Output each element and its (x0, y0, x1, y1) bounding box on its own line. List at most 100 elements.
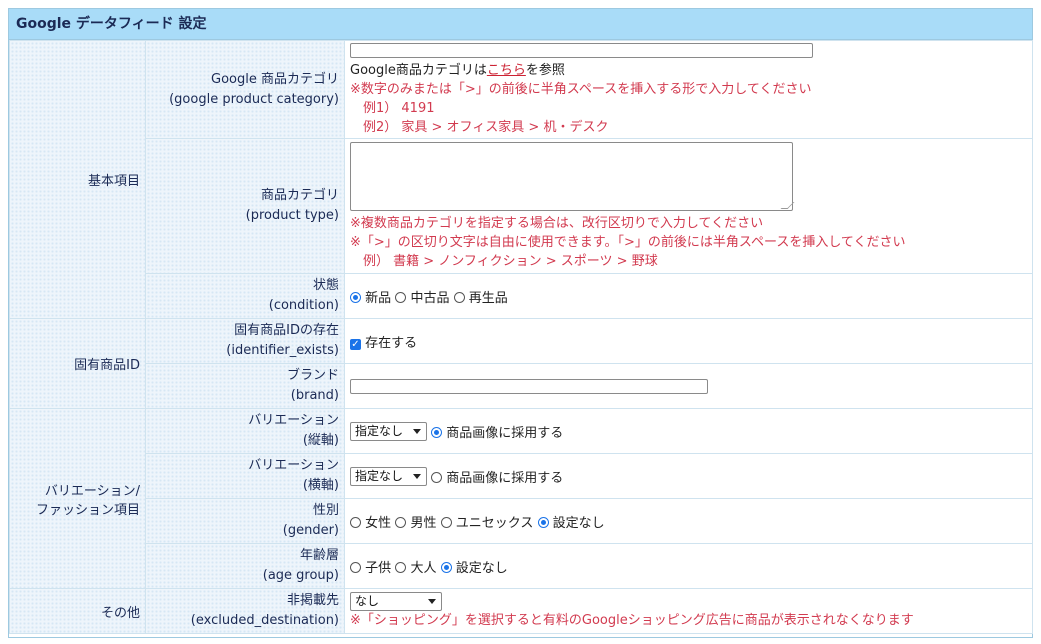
label-gender: 性別 (gender) (145, 498, 345, 544)
panel-title: Google データフィード 設定 (9, 9, 1032, 40)
option-label: 中古品 (410, 290, 450, 306)
google-category-input[interactable] (350, 42, 813, 58)
age-option-adult[interactable]: 大人 (395, 557, 436, 576)
label-excluded-destination: 非掲載先 (excluded_destination) (145, 588, 345, 634)
variation-horizontal-select[interactable]: 指定なし (350, 466, 427, 486)
radio-icon[interactable] (440, 561, 452, 573)
value-variation-horizontal: 指定なし 商品画像に採用する (344, 453, 1033, 499)
row-variation-vertical: バリエーション/ ファッション項目 バリエーション (縦軸) 指定なし 商品画像… (9, 408, 1033, 589)
select-value: 指定なし (355, 468, 404, 483)
label-brand: ブランド (brand) (145, 363, 345, 409)
value-brand (344, 363, 1033, 409)
brand-input[interactable] (350, 378, 708, 394)
radio-icon[interactable] (350, 516, 361, 528)
label-line-2: (condition) (268, 298, 339, 313)
radio-icon[interactable] (537, 516, 549, 528)
label-variation-horizontal: バリエーション (横軸) (145, 453, 345, 499)
label-line-1: 年齢層 (299, 548, 339, 563)
variation-vertical-select[interactable]: 指定なし (350, 421, 427, 441)
row-brand: ブランド (brand) (10, 363, 1033, 409)
label-google-category: Google 商品カテゴリ (google product category) (145, 40, 345, 139)
variation-vertical-image-radio[interactable]: 商品画像に採用する (431, 422, 563, 441)
option-label: 再生品 (468, 290, 508, 306)
label-line-1: 非掲載先 (286, 593, 339, 608)
label-line-2: (identifier_exists) (226, 343, 339, 358)
row-excluded-destination: その他 非掲載先 (excluded_destination) なし ※「ショッ… (9, 588, 1033, 634)
option-label: 子供 (365, 560, 392, 576)
option-label: 大人 (410, 560, 437, 576)
group-basic: 基本項目 (9, 40, 146, 319)
label-line-2: (gender) (282, 523, 339, 538)
age-option-none[interactable]: 設定なし (440, 557, 508, 576)
radio-icon[interactable] (431, 471, 443, 483)
label-line-2: (excluded_destination) (190, 613, 339, 628)
condition-option-refurbished[interactable]: 再生品 (453, 287, 508, 306)
group-variation-line-2: ファッション項目 (35, 502, 140, 518)
help-link[interactable]: こちら (487, 63, 526, 78)
excluded-select-row: なし (350, 592, 1032, 611)
row-age-group: 年齢層 (age group) 子供 大人 設定なし (10, 543, 1033, 589)
settings-panel: Google データフィード 設定 基本項目 Google 商品カテゴリ (go… (8, 8, 1033, 638)
label-line-2: (縦軸) (302, 433, 339, 448)
gender-option-male[interactable]: 男性 (395, 512, 436, 531)
label-product-type: 商品カテゴリ (product type) (145, 138, 345, 274)
variation-horizontal-image-radio[interactable]: 商品画像に採用する (431, 467, 563, 486)
product-type-note-1: ※複数商品カテゴリを指定する場合は、改行区切りで入力してください (350, 215, 764, 231)
value-identifier-exists: ✓ 存在する (344, 318, 1033, 364)
select-value: なし (355, 594, 380, 608)
row-gender: 性別 (gender) 女性 男性 ユニセックス 設定なし (10, 498, 1033, 544)
option-label: 新品 (365, 290, 392, 306)
help-text-suffix: を参照 (525, 62, 565, 78)
option-label: 女性 (365, 515, 392, 531)
label-line-1: 状態 (312, 278, 339, 293)
row-product-type: 商品カテゴリ (product type) ※複数商品カテゴリを指定する場合は、… (10, 138, 1033, 274)
value-variation-vertical: 指定なし 商品画像に採用する (344, 408, 1033, 454)
label-line-2: (google product category) (169, 91, 339, 107)
radio-icon[interactable] (395, 516, 407, 528)
radio-icon[interactable] (395, 561, 407, 573)
condition-option-used[interactable]: 中古品 (395, 287, 449, 306)
gender-option-unisex[interactable]: ユニセックス (440, 512, 534, 531)
help-text: Google商品カテゴリは (350, 62, 487, 78)
group-variation: バリエーション/ ファッション項目 (9, 408, 146, 589)
option-label: 設定なし (455, 560, 508, 576)
value-condition: 新品 中古品 再生品 (344, 273, 1033, 319)
row-variation-horizontal: バリエーション (横軸) 指定なし 商品画像に採用する (10, 453, 1033, 499)
excluded-destination-select[interactable]: なし (350, 592, 442, 611)
radio-icon[interactable] (453, 291, 465, 303)
radio-icon[interactable] (350, 291, 361, 303)
value-gender: 女性 男性 ユニセックス 設定なし (344, 498, 1033, 544)
product-type-textarea[interactable] (350, 141, 795, 211)
chevron-down-icon (413, 473, 421, 479)
label-line-1: 商品カテゴリ (260, 188, 339, 203)
label-line-1: Google 商品カテゴリ (211, 71, 339, 87)
product-type-note-2: ※「>」の区切り文字は自由に使用できます。「>」の前後には半角スペースを挿入して… (350, 234, 906, 250)
settings-table: 基本項目 Google 商品カテゴリ (google product categ… (9, 40, 1033, 634)
label-line-2: (product type) (245, 208, 339, 223)
group-identifier: 固有商品ID (9, 318, 146, 409)
checkbox-label: 存在する (365, 335, 418, 351)
option-label: ユニセックス (455, 515, 534, 531)
label-age-group: 年齢層 (age group) (145, 543, 345, 589)
gender-option-female[interactable]: 女性 (350, 512, 391, 531)
gender-option-none[interactable]: 設定なし (537, 512, 605, 531)
label-identifier-exists: 固有商品IDの存在 (identifier_exists) (145, 318, 345, 364)
row-google-category: 基本項目 Google 商品カテゴリ (google product categ… (9, 40, 1033, 319)
condition-option-new[interactable]: 新品 (350, 287, 391, 306)
resize-grip-icon[interactable] (780, 201, 795, 209)
radio-icon[interactable] (431, 426, 443, 438)
radio-icon[interactable] (350, 561, 361, 573)
option-label: 設定なし (552, 515, 605, 531)
label-line-2: (age group) (262, 568, 339, 583)
excluded-destination-note: ※「ショッピング」を選択すると有料のGoogleショッピング広告に商品が表示され… (350, 613, 914, 628)
label-line-1: バリエーション (248, 413, 339, 428)
checkmark-icon[interactable]: ✓ (350, 338, 361, 350)
radio-icon[interactable] (395, 291, 407, 303)
value-age-group: 子供 大人 設定なし (344, 543, 1033, 589)
age-option-kids[interactable]: 子供 (350, 557, 391, 576)
label-line-1: バリエーション (248, 458, 339, 473)
label-condition: 状態 (condition) (145, 273, 345, 319)
row-identifier-exists: 固有商品ID 固有商品IDの存在 (identifier_exists) ✓ 存… (9, 318, 1033, 409)
identifier-exists-checkbox[interactable]: ✓ 存在する (350, 332, 417, 351)
radio-icon[interactable] (440, 516, 452, 528)
